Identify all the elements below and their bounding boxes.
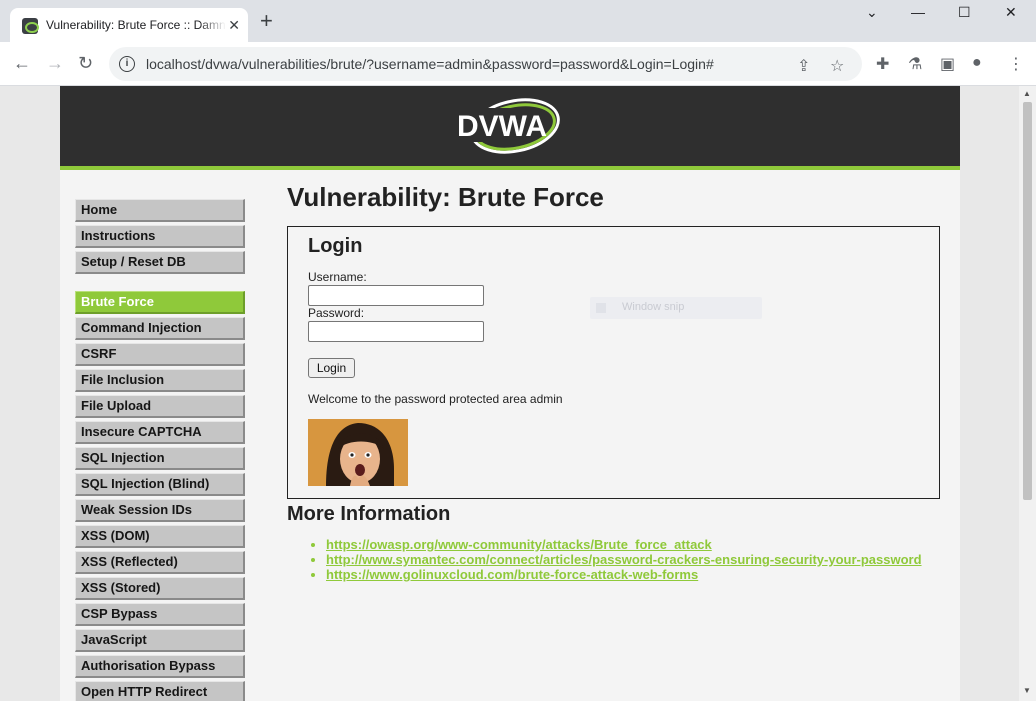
url-text[interactable]: localhost/dvwa/vulnerabilities/brute/?us… [146, 56, 714, 72]
dvwa-favicon-icon [22, 18, 39, 34]
forward-icon[interactable]: → [46, 53, 64, 73]
menu-item-xss-stored[interactable]: XSS (Stored) [75, 577, 245, 600]
reload-icon[interactable]: ↻ [78, 53, 93, 73]
dvwa-logo: DVWA [455, 98, 560, 154]
tab-title: Vulnerability: Brute Force :: Damn Vulne… [46, 18, 226, 32]
menu-item-csrf[interactable]: CSRF [75, 343, 245, 366]
vulnerable-code-area: Login Username: Password: Login Window s… [287, 226, 940, 499]
active-tab[interactable]: Vulnerability: Brute Force :: Damn Vulne… [10, 8, 248, 42]
password-label: Password: [308, 306, 365, 320]
menu-item-insecure-captcha[interactable]: Insecure CAPTCHA [75, 421, 245, 444]
login-heading: Login [308, 235, 363, 257]
side-panel-icon[interactable]: ▣ [940, 54, 955, 74]
logo-text: DVWA [457, 110, 547, 143]
username-input[interactable] [308, 285, 484, 306]
browser-toolbar: ← → ↻ i localhost/dvwa/vulnerabilities/b… [0, 42, 1036, 86]
site-info-icon[interactable]: i [119, 56, 135, 72]
dvwa-header: DVWA [60, 86, 960, 170]
list-item: https://owasp.org/www-community/attacks/… [326, 537, 922, 552]
share-icon[interactable]: ⇪ [797, 56, 810, 76]
back-icon[interactable]: ← [13, 53, 31, 73]
tab-search-icon[interactable]: ⌄ [866, 4, 878, 21]
user-avatar-image [308, 419, 408, 486]
symantec-link[interactable]: http://www.symantec.com/connect/articles… [326, 552, 922, 567]
address-bar[interactable]: i localhost/dvwa/vulnerabilities/brute/?… [109, 47, 862, 81]
scroll-up-arrow-icon[interactable]: ▲ [1023, 89, 1031, 98]
menu-item-csp-bypass[interactable]: CSP Bypass [75, 603, 245, 626]
menu-item-open-http-redirect[interactable]: Open HTTP Redirect [75, 681, 245, 701]
password-input[interactable] [308, 321, 484, 342]
menu-item-home[interactable]: Home [75, 199, 245, 222]
menu-item-setup-reset-db[interactable]: Setup / Reset DB [75, 251, 245, 274]
menu-item-file-inclusion[interactable]: File Inclusion [75, 369, 245, 392]
page-viewport: DVWA Home Instructions Setup / Reset DB Br… [0, 86, 1019, 701]
menu-item-weak-session-ids[interactable]: Weak Session IDs [75, 499, 245, 522]
list-item: http://www.symantec.com/connect/articles… [326, 552, 922, 567]
close-window-icon[interactable]: ✕ [1005, 4, 1017, 21]
page-title: Vulnerability: Brute Force [287, 182, 604, 212]
menu-item-command-injection[interactable]: Command Injection [75, 317, 245, 340]
window-snip-overlay: Window snip [590, 297, 762, 319]
more-info-links: https://owasp.org/www-community/attacks/… [326, 537, 922, 582]
menu-item-instructions[interactable]: Instructions [75, 225, 245, 248]
menu-kebab-icon[interactable]: ⋮ [1008, 54, 1024, 74]
dvwa-container: DVWA Home Instructions Setup / Reset DB Br… [60, 86, 960, 701]
profile-avatar-icon[interactable]: ● [972, 54, 982, 72]
bookmark-star-icon[interactable]: ☆ [830, 56, 844, 76]
side-menu: Home Instructions Setup / Reset DB Brute F… [75, 199, 245, 701]
snip-icon [596, 303, 606, 313]
main-content: Vulnerability: Brute Force Login Usernam… [287, 182, 947, 582]
new-tab-button[interactable]: + [260, 10, 273, 32]
menu-item-sql-injection[interactable]: SQL Injection [75, 447, 245, 470]
menu-item-xss-dom[interactable]: XSS (DOM) [75, 525, 245, 548]
maximize-icon[interactable]: ☐ [958, 4, 971, 21]
menu-item-sql-injection-blind[interactable]: SQL Injection (Blind) [75, 473, 245, 496]
login-button[interactable]: Login [308, 358, 355, 378]
snip-label: Window snip [622, 301, 685, 313]
list-item: https://www.golinuxcloud.com/brute-force… [326, 567, 922, 582]
extensions-icon[interactable]: ✚ [876, 54, 889, 74]
menu-item-authorisation-bypass[interactable]: Authorisation Bypass [75, 655, 245, 678]
tab-strip: Vulnerability: Brute Force :: Damn Vulne… [0, 0, 1036, 42]
owasp-link[interactable]: https://owasp.org/www-community/attacks/… [326, 537, 712, 552]
close-tab-icon[interactable]: ✕ [228, 17, 240, 34]
menu-item-xss-reflected[interactable]: XSS (Reflected) [75, 551, 245, 574]
scrollbar-thumb[interactable] [1023, 102, 1032, 500]
scroll-down-arrow-icon[interactable]: ▼ [1023, 686, 1031, 695]
menu-item-javascript[interactable]: JavaScript [75, 629, 245, 652]
menu-item-brute-force[interactable]: Brute Force [75, 291, 245, 314]
labs-flask-icon[interactable]: ⚗ [908, 54, 922, 74]
welcome-message: Welcome to the password protected area a… [308, 392, 563, 406]
username-label: Username: [308, 270, 367, 284]
minimize-icon[interactable]: — [911, 4, 925, 20]
menu-item-file-upload[interactable]: File Upload [75, 395, 245, 418]
more-info-heading: More Information [287, 503, 451, 525]
golinuxcloud-link[interactable]: https://www.golinuxcloud.com/brute-force… [326, 567, 698, 582]
vertical-scrollbar[interactable]: ▲ ▼ [1019, 86, 1036, 701]
